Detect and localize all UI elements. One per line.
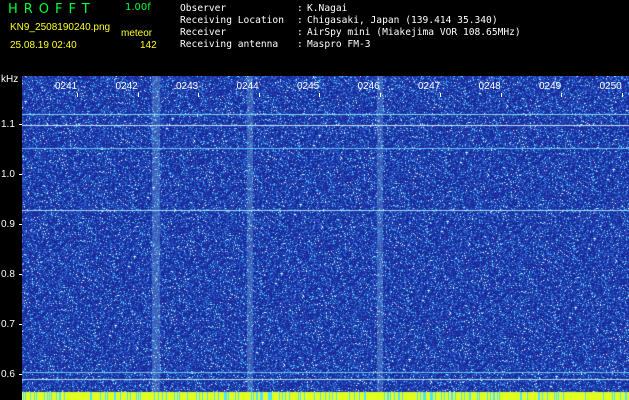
version-label: 1.00f [125,2,151,13]
antenna-label: Receiving antenna [180,39,279,50]
spectrogram-canvas [22,76,629,400]
observer-label: Observer [180,3,227,14]
time-tick-label: 0243 [176,81,199,92]
freq-tick [19,374,22,375]
freq-tick-label: 0.8 [1,269,15,280]
colon: : [297,39,303,50]
app-title: HROFFT [8,2,96,17]
time-tick-label: 0244 [236,81,259,92]
time-tick-label: 0241 [55,81,78,92]
observer-value: K.Nagai [307,3,348,14]
freq-tick-label: 0.6 [1,369,15,380]
time-tick [379,93,381,97]
receiver-value: AirSpy mini (Miakejima VOR 108.65MHz) [307,27,521,38]
datetime-label: 25.08.19 02:40 [10,40,77,51]
freq-tick [19,174,22,175]
time-tick-label: 0250 [599,81,622,92]
time-tick [198,93,199,97]
location-label: Receiving Location [180,15,284,26]
freq-tick-label: 0.9 [1,219,15,230]
time-tick-label: 0242 [115,81,138,92]
filename-label: KN9_2508190240.png [10,22,111,33]
freq-tick [19,124,22,125]
time-tick [440,93,441,97]
time-tick-label: 0246 [357,81,380,92]
time-tick-label: 0247 [418,81,441,92]
freq-tick-label: 1.1 [1,119,15,130]
time-tick [258,93,260,97]
count-label: 142 [140,40,157,51]
freq-unit-label: kHz [1,74,19,85]
time-tick-label: 0245 [297,81,320,92]
time-tick [621,93,623,97]
time-tick [137,93,139,97]
colon: : [297,15,303,26]
time-tick-label: 0249 [539,81,562,92]
time-tick-label: 0248 [478,81,501,92]
freq-tick-label: 0.7 [1,319,15,330]
time-tick [500,93,502,97]
receiver-label: Receiver [180,27,227,38]
time-tick [77,93,78,97]
freq-tick [19,274,22,275]
time-tick [319,93,320,97]
colon: : [297,27,303,38]
antenna-value: Maspro FM-3 [307,39,371,50]
freq-tick-label: 1.0 [1,169,15,180]
colon: : [297,3,303,14]
time-tick [561,93,562,97]
mode-label: meteor [121,28,153,39]
location-value: Chigasaki, Japan (139.414 35.340) [307,15,498,26]
freq-tick [19,224,22,225]
freq-tick [19,324,22,325]
